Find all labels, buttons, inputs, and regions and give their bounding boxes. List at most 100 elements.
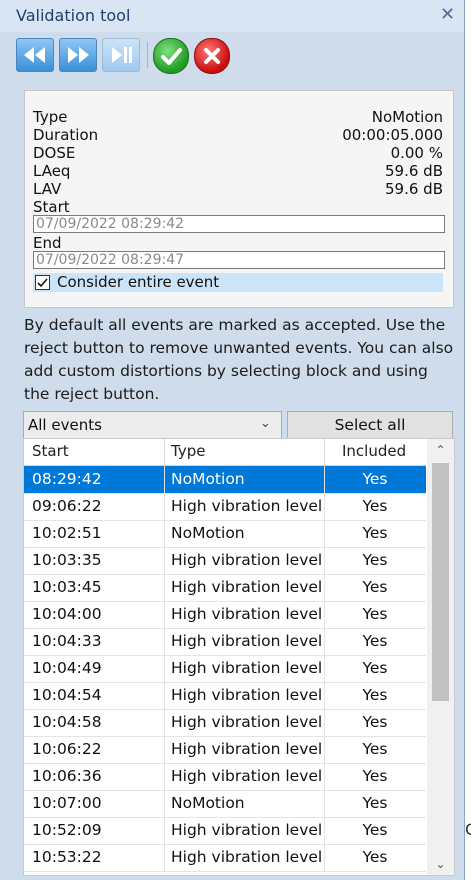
rewind-button[interactable] [16, 38, 54, 72]
row-separator [164, 844, 165, 871]
row-separator [164, 574, 165, 601]
laeq-value: 59.6 dB [385, 162, 443, 180]
select-all-button[interactable]: Select all [287, 411, 453, 440]
cell-start: 10:02:51 [32, 524, 102, 542]
end-field[interactable]: 07/09/2022 08:29:47 [33, 251, 445, 269]
row-separator [164, 682, 165, 709]
table-row[interactable]: 10:04:00 High vibration level Yes [24, 601, 426, 629]
column-separator [324, 439, 325, 465]
duration-label: Duration [33, 126, 99, 144]
close-icon[interactable]: ✕ [440, 4, 455, 25]
row-separator [324, 520, 325, 547]
accept-button[interactable] [153, 38, 189, 74]
event-filter-dropdown[interactable]: All events ⌄ [23, 411, 282, 440]
cell-start: 10:06:36 [32, 767, 102, 785]
cell-start: 10:03:45 [32, 578, 102, 596]
table-header: Start Type Included [24, 439, 426, 466]
x-icon [204, 48, 220, 64]
header-included[interactable]: Included [342, 442, 406, 460]
row-separator [324, 574, 325, 601]
cell-start: 10:04:33 [32, 632, 102, 650]
cell-included: Yes [362, 821, 388, 839]
window-edge [465, 0, 471, 880]
row-separator [164, 547, 165, 574]
table-row[interactable]: 10:06:36 High vibration level Yes [24, 763, 426, 791]
cell-type: High vibration level [171, 551, 323, 569]
cell-included: Yes [362, 686, 388, 704]
validation-tool-panel: Validation tool ✕ Type NoMotion Duration… [0, 0, 465, 880]
row-separator [164, 493, 165, 520]
table-row[interactable]: 10:53:22 High vibration level Yes [24, 844, 426, 872]
cell-start: 10:06:22 [32, 740, 102, 758]
cell-included: Yes [362, 470, 388, 488]
cell-included: Yes [362, 551, 388, 569]
laeq-label: LAeq [33, 162, 71, 180]
event-info-box: Type NoMotion Duration 00:00:05.000 DOSE… [24, 90, 454, 308]
column-separator [164, 439, 165, 465]
row-separator [164, 655, 165, 682]
header-type[interactable]: Type [171, 442, 205, 460]
cell-start: 10:04:49 [32, 659, 102, 677]
cell-start: 08:29:42 [32, 470, 102, 488]
type-value: NoMotion [371, 108, 443, 126]
cell-included: Yes [362, 578, 388, 596]
table-row[interactable]: 08:29:42 NoMotion Yes [24, 466, 426, 494]
table-row[interactable]: 10:04:54 High vibration level Yes [24, 682, 426, 710]
end-label: End [33, 234, 62, 252]
cell-type: High vibration level [171, 848, 323, 866]
duration-value: 00:00:05.000 [342, 126, 443, 144]
scroll-thumb[interactable] [432, 463, 449, 701]
cell-type: High vibration level [171, 767, 323, 785]
table-row[interactable]: 10:52:09 High vibration level Yes [24, 817, 426, 845]
toolbar [0, 32, 464, 76]
description-text: By default all events are marked as acce… [24, 316, 454, 403]
row-separator [164, 763, 165, 790]
row-separator [164, 520, 165, 547]
window-title: Validation tool [16, 6, 131, 25]
start-field[interactable]: 07/09/2022 08:29:42 [33, 215, 445, 233]
lav-label: LAV [33, 180, 62, 198]
table-row[interactable]: 10:03:45 High vibration level Yes [24, 574, 426, 602]
cell-start: 10:07:00 [32, 794, 102, 812]
cell-included: Yes [362, 767, 388, 785]
consider-entire-event[interactable]: Consider entire event [33, 273, 443, 292]
scroll-down-icon[interactable]: ⌄ [427, 853, 454, 875]
background-text: C [465, 820, 471, 839]
row-separator [164, 790, 165, 817]
rewind-icon [24, 47, 45, 63]
row-separator [324, 709, 325, 736]
fast-forward-icon [68, 47, 89, 63]
cell-start: 10:52:09 [32, 821, 102, 839]
vertical-scrollbar[interactable]: ⌃ ⌄ [427, 439, 454, 875]
title-bar: Validation tool ✕ [0, 0, 464, 32]
skip-end-button[interactable] [102, 38, 140, 72]
row-separator [324, 817, 325, 844]
cell-type: NoMotion [171, 524, 245, 542]
table-row[interactable]: 10:04:33 High vibration level Yes [24, 628, 426, 656]
checkmark-icon [37, 278, 48, 288]
consider-checkbox[interactable] [35, 275, 50, 290]
reject-button[interactable] [194, 38, 230, 74]
table-row[interactable]: 10:04:49 High vibration level Yes [24, 655, 426, 683]
chevron-down-icon: ⌄ [260, 416, 271, 431]
scroll-up-icon[interactable]: ⌃ [427, 439, 454, 461]
table-row[interactable]: 10:03:35 High vibration level Yes [24, 547, 426, 575]
table-row[interactable]: 10:07:00 NoMotion Yes [24, 790, 426, 818]
table-row[interactable]: 09:06:22 High vibration level Yes [24, 493, 426, 521]
fast-forward-button[interactable] [59, 38, 97, 72]
start-label: Start [33, 198, 70, 216]
row-separator [324, 844, 325, 871]
cell-included: Yes [362, 848, 388, 866]
skip-end-icon [112, 47, 132, 63]
cell-start: 10:53:22 [32, 848, 102, 866]
toolbar-separator [147, 42, 148, 68]
table-row[interactable]: 10:02:51 NoMotion Yes [24, 520, 426, 548]
row-separator [324, 466, 325, 493]
header-start[interactable]: Start [32, 442, 69, 460]
table-row[interactable]: 10:06:22 High vibration level Yes [24, 736, 426, 764]
row-separator [164, 709, 165, 736]
events-table: Start Type Included 08:29:42 NoMotion Yes 0… [23, 438, 455, 876]
cell-type: High vibration level [171, 713, 323, 731]
table-row[interactable]: 10:04:58 High vibration level Yes [24, 709, 426, 737]
row-separator [324, 655, 325, 682]
